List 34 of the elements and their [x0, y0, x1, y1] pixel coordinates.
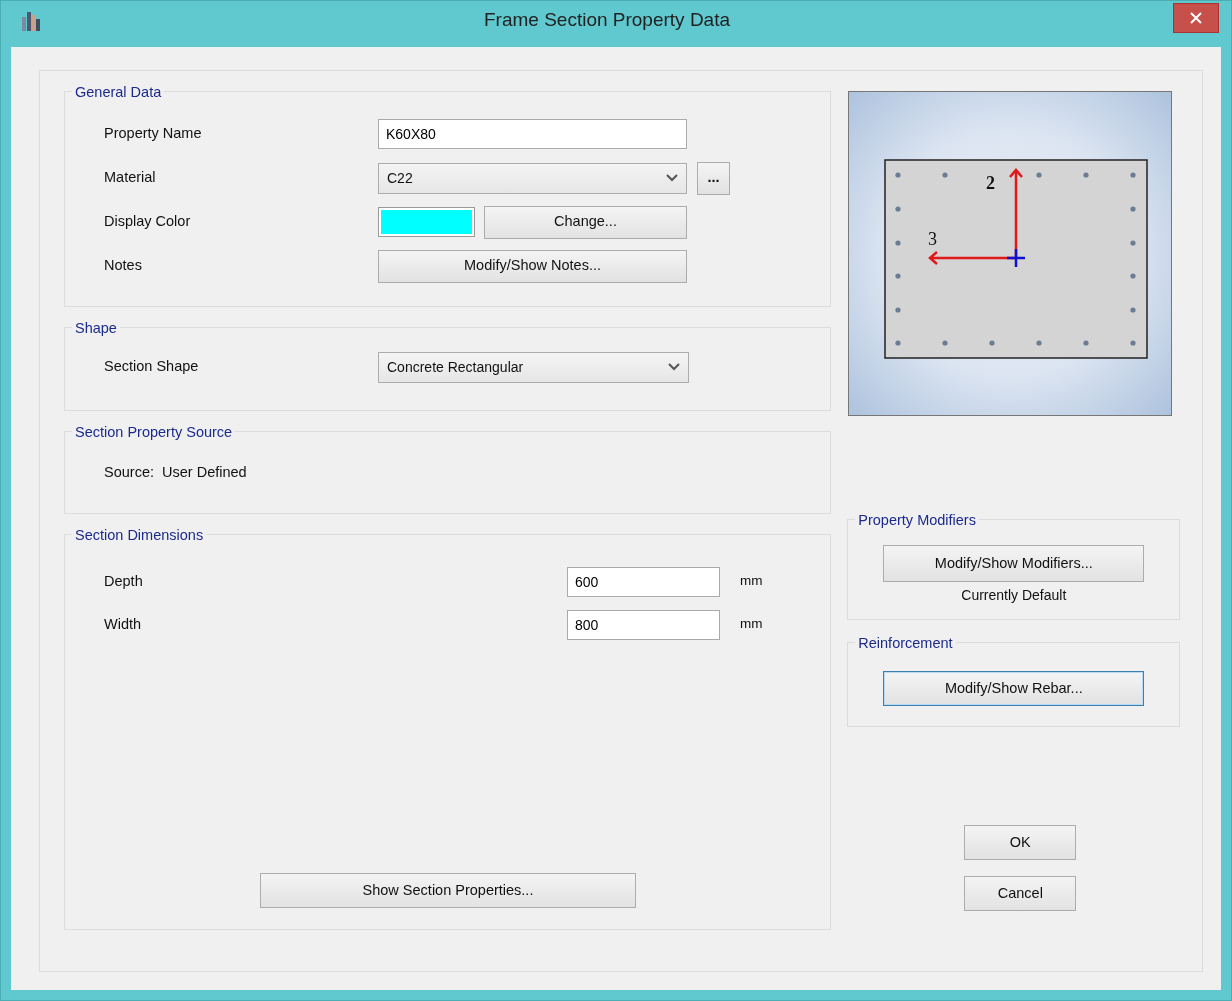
- rebar-button[interactable]: Modify/Show Rebar...: [883, 671, 1145, 706]
- app-icon: [21, 9, 41, 31]
- modifiers-button[interactable]: Modify/Show Modifiers...: [883, 545, 1145, 582]
- close-button[interactable]: [1173, 3, 1219, 33]
- field-label: Width: [103, 614, 143, 634]
- more-button[interactable]: ...: [697, 161, 730, 195]
- source-text: Source: User Defined: [104, 464, 247, 480]
- window-title: Frame Section Property Data: [482, 7, 731, 32]
- axis-label: 3: [928, 229, 938, 249]
- dropdown[interactable]: Concrete Rectangular: [378, 351, 689, 383]
- ok-button[interactable]: OK: [964, 825, 1077, 860]
- field-label: Depth: [103, 571, 144, 591]
- field-label: Material: [103, 168, 157, 188]
- unit-label: mm: [740, 615, 763, 634]
- field-label: Display Color: [103, 212, 192, 232]
- dropdown[interactable]: C22: [378, 162, 687, 194]
- unit-label: mm: [740, 572, 763, 591]
- cancel-button[interactable]: Cancel: [964, 876, 1077, 911]
- chevron-down-icon: [666, 174, 678, 182]
- text-field[interactable]: K60X80: [378, 119, 687, 149]
- status-text: Currently Default: [960, 586, 1068, 605]
- notes-button[interactable]: Modify/Show Notes...: [378, 249, 687, 283]
- field-label: Notes: [103, 256, 143, 276]
- number-field[interactable]: 800: [567, 609, 720, 640]
- color-swatch[interactable]: [378, 207, 475, 237]
- chevron-down-icon: [668, 363, 680, 371]
- field-label: Section Shape: [103, 357, 200, 377]
- axis-label: 2: [986, 173, 996, 193]
- change-button[interactable]: Change...: [484, 205, 687, 239]
- number-field[interactable]: 600: [567, 566, 720, 597]
- centroid-icon: [1006, 247, 1027, 269]
- field-label: Property Name: [103, 124, 203, 144]
- close-icon: [1190, 12, 1202, 24]
- show-properties-button[interactable]: Show Section Properties...: [260, 873, 636, 908]
